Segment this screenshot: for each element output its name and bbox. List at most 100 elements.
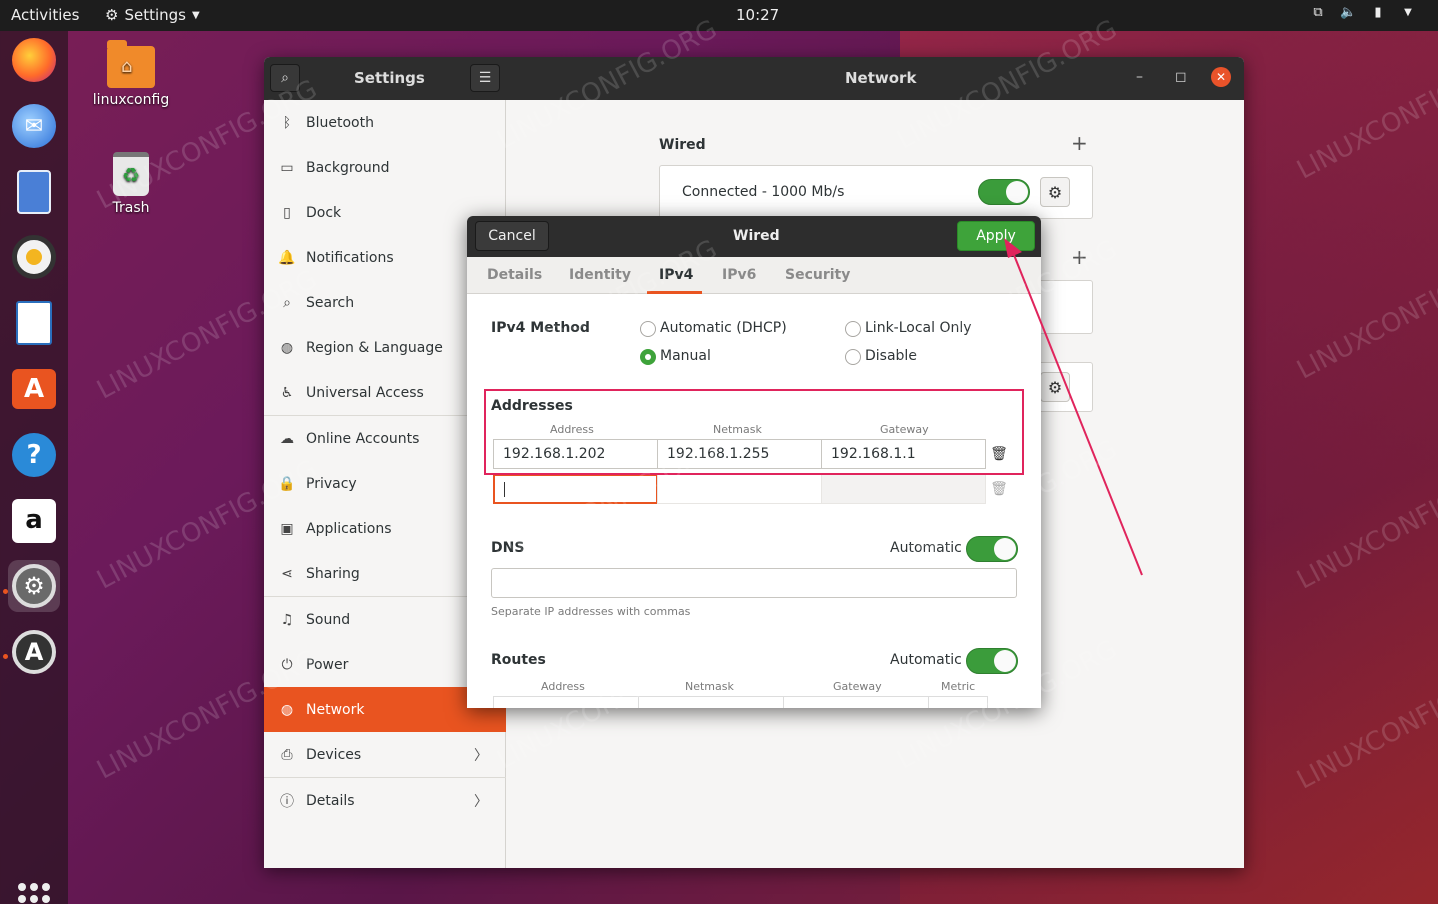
- dialog-title: Wired: [733, 228, 780, 244]
- tab-identity[interactable]: Identity: [569, 267, 631, 283]
- manual-label[interactable]: Manual: [660, 348, 711, 364]
- wired-settings-button[interactable]: ⚙: [1040, 177, 1070, 207]
- wired-card: Connected - 1000 Mb/s ⚙: [659, 165, 1093, 219]
- clock[interactable]: 10:27: [736, 6, 779, 24]
- trash-label: Trash: [112, 200, 150, 216]
- new-gateway-input[interactable]: [821, 474, 986, 504]
- dock-files[interactable]: [8, 166, 60, 218]
- sidebar-item-bluetooth[interactable]: ᛒ Bluetooth: [264, 100, 506, 145]
- close-button[interactable]: ✕: [1211, 67, 1231, 87]
- dhcp-label[interactable]: Automatic (DHCP): [660, 320, 787, 336]
- radio-manual[interactable]: [640, 349, 656, 365]
- sidebar-title: Settings: [354, 69, 425, 87]
- route-metric-input[interactable]: [928, 696, 988, 708]
- disable-label[interactable]: Disable: [865, 348, 917, 364]
- activities-button[interactable]: Activities: [11, 6, 79, 24]
- sidebar-item-label: Background: [306, 159, 390, 176]
- notifications-icon: 🔔: [278, 249, 296, 266]
- dock-help[interactable]: ?: [8, 429, 60, 481]
- radio-dhcp[interactable]: [640, 321, 656, 337]
- add-vpn-button[interactable]: +: [1071, 245, 1088, 269]
- tab-ipv4[interactable]: IPv4: [659, 267, 693, 283]
- share-icon: ⋖: [281, 565, 293, 582]
- search-icon: ⌕: [283, 294, 291, 311]
- sidebar-item-label: Search: [306, 294, 355, 311]
- proxy-settings-button[interactable]: ⚙: [1040, 372, 1070, 402]
- updater-icon: A: [12, 630, 56, 674]
- dock-rhythmbox[interactable]: [8, 231, 60, 283]
- help-icon: ?: [12, 433, 56, 477]
- tab-details[interactable]: Details: [487, 267, 542, 283]
- search-button[interactable]: ⌕: [270, 64, 300, 92]
- dock: ✉ A ? a ⚙ A: [0, 31, 68, 904]
- sidebar-item-label: Privacy: [306, 475, 357, 492]
- minimize-button[interactable]: –: [1136, 69, 1143, 85]
- maximize-button[interactable]: ◻: [1175, 69, 1187, 85]
- wired-status: Connected - 1000 Mb/s: [682, 184, 845, 200]
- dock-writer[interactable]: [8, 297, 60, 349]
- gear-icon: ⚙: [105, 6, 119, 24]
- cancel-button[interactable]: Cancel: [475, 221, 549, 251]
- show-applications-icon[interactable]: [18, 883, 50, 904]
- dock-thunderbird[interactable]: ✉: [8, 100, 60, 152]
- dns-automatic-toggle[interactable]: [966, 536, 1018, 562]
- sidebar-item-label: Bluetooth: [306, 114, 374, 131]
- sidebar-item-label: Network: [306, 701, 365, 718]
- close-icon: ✕: [1215, 70, 1227, 84]
- sidebar-item-background[interactable]: ▭ Background: [264, 145, 506, 190]
- dns-input[interactable]: [491, 568, 1017, 598]
- route-address-input[interactable]: [493, 696, 639, 708]
- home-folder-icon: ⌂: [107, 40, 155, 88]
- dock-software-updater[interactable]: A: [8, 626, 60, 678]
- wired-section-title: Wired: [659, 137, 706, 153]
- globe-icon: ◍: [280, 339, 294, 356]
- wired-toggle[interactable]: [978, 179, 1030, 205]
- app-menu[interactable]: ⚙ Settings ▼: [105, 6, 200, 24]
- new-netmask-input[interactable]: [657, 474, 822, 504]
- info-icon: ⓘ: [280, 793, 294, 810]
- sidebar-item-devices[interactable]: ⎙ Devices 〉: [264, 732, 506, 777]
- route-gateway-header: Gateway: [833, 680, 882, 693]
- accessibility-icon: ♿: [280, 384, 294, 401]
- battery-icon: ▮: [1374, 5, 1382, 20]
- add-connection-button[interactable]: +: [1071, 131, 1088, 155]
- caret-down-icon: ▼: [1404, 7, 1412, 18]
- sidebar-item-label: Details: [306, 792, 355, 809]
- dock-icon: ▯: [283, 204, 291, 221]
- dns-hint: Separate IP addresses with commas: [491, 605, 691, 618]
- dock-settings[interactable]: ⚙: [8, 560, 60, 612]
- route-netmask-input[interactable]: [638, 696, 784, 708]
- link-local-label[interactable]: Link-Local Only: [865, 320, 972, 336]
- routes-automatic-toggle[interactable]: [966, 648, 1018, 674]
- radio-disable[interactable]: [845, 349, 861, 365]
- desktop-home-folder[interactable]: ⌂ linuxconfig: [92, 40, 170, 108]
- power-icon: ⏻: [281, 656, 293, 673]
- radio-link-local[interactable]: [845, 321, 861, 337]
- background-icon: ▭: [280, 159, 294, 176]
- apply-button[interactable]: Apply: [957, 221, 1035, 251]
- sidebar-item-details[interactable]: ⓘ Details 〉: [264, 778, 506, 823]
- dock-amazon[interactable]: a: [8, 495, 60, 547]
- trash-icon: ♻: [113, 152, 149, 196]
- network-icon: ⧉: [1313, 5, 1323, 20]
- route-gateway-input[interactable]: [783, 696, 929, 708]
- system-tray[interactable]: ⧉ 🔈 ▮ ▼: [1310, 5, 1416, 21]
- new-address-input[interactable]: [493, 474, 658, 504]
- addresses-highlight-box: [484, 389, 1024, 475]
- chevron-right-icon: 〉: [474, 747, 488, 764]
- firefox-icon: [12, 38, 56, 82]
- active-tab-indicator: [647, 291, 702, 294]
- menu-button[interactable]: ☰: [470, 64, 500, 92]
- sidebar-item-label: Notifications: [306, 249, 394, 266]
- dock-firefox[interactable]: [8, 34, 60, 86]
- routes-automatic-label: Automatic: [890, 652, 962, 668]
- dock-software[interactable]: A: [8, 363, 60, 415]
- title-bar: ⌕ Settings ☰ Network – ◻ ✕: [264, 57, 1244, 100]
- devices-icon: ⎙: [281, 746, 293, 763]
- writer-icon: [16, 301, 52, 345]
- dialog-tabs: Details Identity IPv4 IPv6 Security: [467, 257, 1041, 294]
- desktop-trash[interactable]: ♻ Trash: [100, 152, 162, 216]
- tab-ipv6[interactable]: IPv6: [722, 267, 756, 283]
- tab-security[interactable]: Security: [785, 267, 850, 283]
- delete-empty-row-button[interactable]: 🗑: [985, 474, 1013, 504]
